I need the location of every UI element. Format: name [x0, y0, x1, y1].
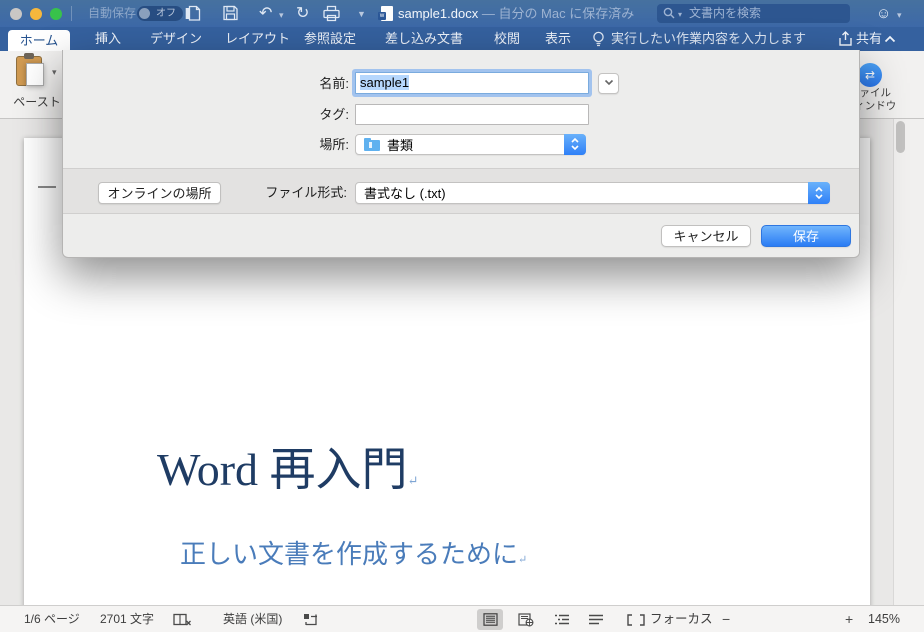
autosave-label: 自動保存 [88, 6, 137, 20]
popup-chevrons-icon [808, 182, 830, 204]
where-value: 書類 [387, 138, 414, 153]
toolbar-overflow-caret-icon[interactable]: ▼ [357, 9, 366, 19]
redo-icon[interactable]: ↻ [296, 3, 309, 22]
undo-dropdown-caret-icon[interactable]: ▾ [279, 10, 284, 21]
zoom-in-button[interactable]: + [845, 606, 853, 632]
feedback-caret-icon[interactable]: ▾ [897, 10, 902, 21]
search-icon [663, 7, 677, 19]
tab-references[interactable]: 参照設定 [304, 27, 356, 51]
page-dash [38, 186, 56, 188]
filename-input[interactable]: sample1 [355, 72, 589, 94]
file-format-value: 書式なし (.txt) [364, 186, 446, 201]
print-icon[interactable] [323, 5, 340, 22]
autosave-toggle-knob [139, 8, 150, 19]
tab-layout[interactable]: レイアウト [225, 27, 290, 51]
search-input[interactable]: ▾ 文書内を検索 [657, 4, 850, 23]
language-indicator[interactable]: 英語 (米国) [223, 606, 282, 632]
tab-view[interactable]: 表示 [545, 27, 571, 51]
search-scope-caret-icon[interactable]: ▾ [678, 10, 682, 19]
paragraph-mark-icon: ↵ [407, 473, 419, 488]
collapse-ribbon-icon[interactable] [884, 35, 896, 43]
lightbulb-icon [593, 31, 604, 47]
documents-folder-icon [364, 138, 380, 151]
expand-dialog-button[interactable] [598, 73, 619, 94]
scrollbar-divider [893, 119, 894, 605]
file-window-icon: ⇄ [858, 63, 882, 87]
focus-mode-button[interactable]: フォーカス [650, 606, 713, 632]
document-save-status: — 自分の Mac に保存済み [478, 6, 635, 21]
close-window-button[interactable] [10, 8, 22, 20]
chevron-down-icon [604, 79, 613, 86]
save-dialog: 名前: sample1 タグ: 場所: 書類 オンラインの場所 ファイル形式: … [62, 50, 860, 258]
share-icon [839, 31, 852, 46]
proofing-errors-icon[interactable] [173, 613, 192, 627]
word-app-window: 自動保存 オフ ↶ ▾ ↻ ▼ w sample1.docx — 自分の Mac… [0, 0, 924, 632]
ribbon-tab-row: ホーム 挿入 デザイン レイアウト 参照設定 差し込み文書 校閲 表示 実行した… [0, 27, 924, 51]
cancel-button[interactable]: キャンセル [661, 225, 751, 247]
document-subtitle-text: 正しい文書を作成するために↵ [180, 540, 528, 569]
tab-review[interactable]: 校閲 [494, 27, 520, 51]
popup-chevrons-icon [564, 134, 586, 155]
tab-home[interactable]: ホーム [8, 30, 70, 51]
search-placeholder: 文書内を検索 [689, 6, 762, 20]
file-format-popup[interactable]: 書式なし (.txt) [355, 182, 830, 204]
where-popup[interactable]: 書類 [355, 134, 586, 155]
name-label: 名前: [319, 76, 349, 91]
draft-icon [589, 614, 603, 625]
web-layout-icon [518, 613, 534, 627]
paste-clipboard-icon [16, 53, 44, 86]
view-draft-button[interactable] [583, 609, 609, 630]
outline-icon [555, 614, 569, 625]
window-title: sample1.docx — 自分の Mac に保存済み [398, 0, 634, 27]
page-count[interactable]: 1/6 ページ [24, 606, 80, 632]
track-changes-icon[interactable] [303, 613, 319, 627]
view-web-layout-button[interactable] [513, 609, 539, 630]
document-title-text: Word 再入門↵ [157, 444, 419, 495]
feedback-smiley-icon[interactable]: ☺ [876, 0, 891, 27]
save-button[interactable]: 保存 [761, 225, 851, 247]
tab-design[interactable]: デザイン [150, 27, 202, 51]
titlebar-divider [71, 6, 72, 21]
save-icon[interactable] [223, 5, 238, 22]
word-count[interactable]: 2701 文字 [100, 606, 154, 632]
zoom-level[interactable]: 145% [868, 606, 900, 632]
new-document-icon[interactable] [185, 5, 201, 22]
minimize-window-button[interactable] [30, 8, 42, 20]
tab-mailings[interactable]: 差し込み文書 [385, 27, 463, 51]
document-name: sample1.docx [398, 6, 479, 21]
title-bar: 自動保存 オフ ↶ ▾ ↻ ▼ w sample1.docx — 自分の Mac… [0, 0, 924, 27]
paste-button[interactable]: ▾ ペースト [8, 53, 66, 109]
paste-label: ペースト [13, 95, 61, 109]
online-locations-button[interactable]: オンラインの場所 [98, 182, 221, 204]
file-format-label: ファイル形式: [265, 185, 347, 200]
autosave-toggle[interactable]: オフ [137, 6, 183, 21]
autosave-state-label: オフ [156, 8, 176, 19]
share-button[interactable]: 共有 [856, 27, 882, 51]
paste-dropdown-caret-icon[interactable]: ▾ [52, 67, 57, 78]
tab-insert[interactable]: 挿入 [95, 27, 121, 51]
vertical-scrollbar[interactable] [894, 119, 924, 605]
view-print-layout-button[interactable] [477, 609, 503, 630]
where-label: 場所: [319, 137, 349, 152]
undo-icon[interactable]: ↶ [259, 3, 272, 22]
word-document-icon: w [378, 6, 393, 21]
focus-mode-icon[interactable] [627, 614, 645, 626]
tags-label: タグ: [319, 107, 349, 122]
paragraph-mark-icon: ↵ [518, 554, 528, 566]
filename-value: sample1 [360, 75, 410, 90]
zoom-window-button[interactable] [50, 8, 62, 20]
view-outline-button[interactable] [549, 609, 575, 630]
dialog-format-band: オンラインの場所 ファイル形式: 書式なし (.txt) [63, 168, 859, 214]
zoom-out-button[interactable]: − [722, 606, 730, 632]
tags-input[interactable] [355, 104, 589, 125]
status-bar: 1/6 ページ 2701 文字 英語 (米国) フォーカス − + 145% [0, 605, 924, 632]
print-layout-icon [482, 613, 498, 626]
vertical-scrollbar-thumb[interactable] [896, 121, 905, 153]
tell-me-input[interactable]: 実行したい作業内容を入力します [611, 27, 806, 51]
